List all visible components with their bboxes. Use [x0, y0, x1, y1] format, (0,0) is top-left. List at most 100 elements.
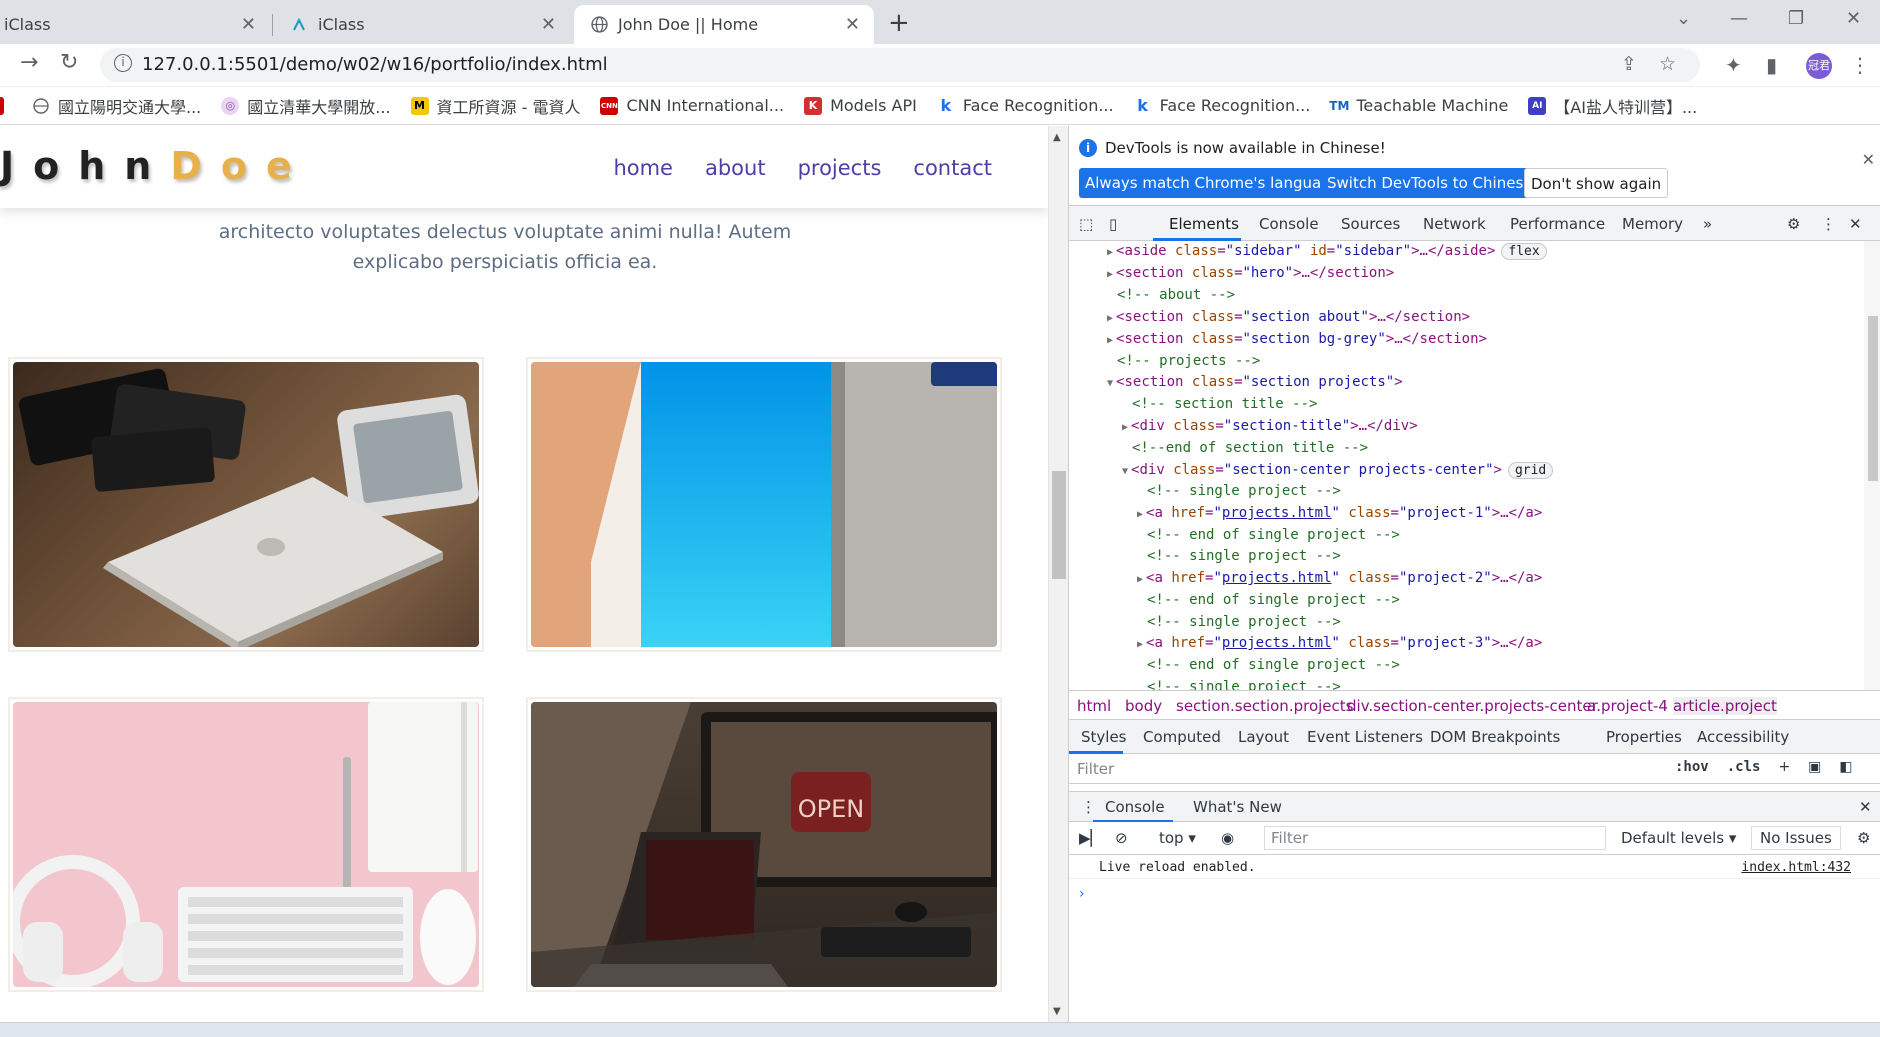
dom-tree-scrollbar[interactable]	[1864, 241, 1880, 706]
dom-node[interactable]: ▼ <section class="section projects">	[1107, 372, 1403, 392]
more-tabs-icon[interactable]: »	[1703, 215, 1712, 233]
dom-node[interactable]: ▶ <section class="hero">…</section>	[1107, 263, 1394, 283]
switch-language-button[interactable]: Switch DevTools to Chinese	[1321, 168, 1539, 198]
console-sidebar-icon[interactable]: ▶▏	[1079, 829, 1102, 847]
share-icon[interactable]: ⇪	[1621, 53, 1637, 75]
console-filter-input[interactable]: Filter	[1264, 826, 1606, 850]
close-drawer-icon[interactable]: ✕	[1859, 798, 1872, 816]
scroll-up-icon[interactable]: ▲	[1053, 132, 1061, 143]
tab-sources[interactable]: Sources	[1341, 215, 1400, 233]
dom-node[interactable]: ▼ <div class="section-center projects-cen…	[1122, 460, 1554, 480]
bookmark-item[interactable]: 國立陽明交通大學...	[32, 94, 201, 118]
bookmark-item[interactable]	[0, 96, 12, 115]
address-bar[interactable]: i 127.0.0.1:5501/demo/w02/w16/portfolio/…	[100, 48, 1700, 82]
console-settings-gear-icon[interactable]: ⚙	[1857, 829, 1870, 847]
issues-button[interactable]: No Issues	[1751, 826, 1841, 850]
bookmark-item[interactable]: M 資工所資源 - 電資人	[410, 94, 580, 118]
paint-icon[interactable]: ▣	[1808, 759, 1821, 775]
subtab-accessibility[interactable]: Accessibility	[1697, 728, 1789, 746]
dom-node[interactable]: ▶ <a href="projects.html" class="project-…	[1137, 633, 1542, 653]
subtab-layout[interactable]: Layout	[1238, 728, 1289, 746]
breadcrumb-item-selected[interactable]: article.project	[1673, 697, 1777, 715]
bookmark-item[interactable]: K Models API	[804, 96, 917, 115]
dom-comment[interactable]: <!-- end of single project -->	[1147, 655, 1400, 675]
breadcrumb-item[interactable]: section.section.projects	[1176, 697, 1353, 715]
subtab-styles[interactable]: Styles	[1081, 728, 1127, 746]
dom-comment[interactable]: <!-- end of single project -->	[1147, 525, 1400, 545]
dom-comment[interactable]: <!-- projects -->	[1117, 351, 1260, 371]
bookmark-item[interactable]: AI 【AI盐人特训营】...	[1528, 94, 1697, 118]
dom-comment[interactable]: <!-- single project -->	[1147, 546, 1341, 566]
bookmark-star-icon[interactable]: ☆	[1659, 53, 1676, 75]
drawer-tab-whats-new[interactable]: What's New	[1193, 798, 1282, 816]
dom-comment[interactable]: <!-- section title -->	[1132, 394, 1317, 414]
subtab-computed[interactable]: Computed	[1143, 728, 1221, 746]
log-source-link[interactable]: index.html:432	[1741, 860, 1851, 875]
nav-link-projects[interactable]: projects	[798, 156, 882, 180]
close-tab-icon[interactable]: ✕	[845, 14, 860, 35]
devtools-menu-icon[interactable]: ⋮	[1821, 215, 1836, 233]
reload-icon[interactable]: ↻	[60, 50, 78, 75]
tab-network[interactable]: Network	[1423, 215, 1486, 233]
dom-node[interactable]: ▶ <section class="section bg-grey">…</sec…	[1107, 329, 1487, 349]
tab-search-icon[interactable]: ⌄	[1676, 8, 1691, 29]
site-logo[interactable]: JohnDoe	[0, 144, 311, 188]
project-card-4[interactable]: OPEN	[526, 697, 1002, 992]
bookmark-item[interactable]: TM Teachable Machine	[1329, 96, 1508, 115]
bookmark-item[interactable]: k Face Recognition...	[937, 96, 1114, 115]
dont-show-again-button[interactable]: Don't show again	[1524, 168, 1669, 198]
close-window-icon[interactable]: ✕	[1846, 8, 1861, 29]
match-language-button[interactable]: Always match Chrome's language	[1079, 168, 1346, 198]
close-devtools-icon[interactable]: ✕	[1849, 215, 1862, 233]
cls-toggle[interactable]: .cls	[1727, 759, 1761, 775]
restore-icon[interactable]: ❐	[1788, 8, 1804, 29]
page-scrollbar[interactable]: ▲ ▼	[1048, 126, 1068, 1022]
project-card-2[interactable]	[526, 357, 1002, 652]
extensions-icon[interactable]: ✦	[1725, 53, 1742, 77]
dom-comment[interactable]: <!-- single project -->	[1147, 481, 1341, 501]
flex-badge[interactable]: flex	[1501, 243, 1547, 260]
drawer-menu-icon[interactable]: ⋮	[1081, 798, 1096, 816]
clear-console-icon[interactable]: ⊘	[1115, 829, 1128, 847]
tab-performance[interactable]: Performance	[1510, 215, 1605, 233]
close-tab-icon[interactable]: ✕	[241, 14, 256, 35]
context-select[interactable]: top ▾	[1159, 829, 1196, 847]
project-card-3[interactable]	[8, 697, 484, 992]
project-card-1[interactable]	[8, 357, 484, 652]
nav-link-contact[interactable]: contact	[913, 156, 992, 180]
close-tab-icon[interactable]: ✕	[541, 14, 556, 35]
minimize-icon[interactable]: —	[1730, 8, 1748, 29]
dom-node[interactable]: ▶ <a href="projects.html" class="project-…	[1137, 503, 1542, 523]
tab-console[interactable]: Console	[1259, 215, 1319, 233]
drawer-tab-console[interactable]: Console	[1105, 798, 1165, 816]
menu-kebab-icon[interactable]: ⋮	[1850, 53, 1870, 77]
scrollbar-thumb[interactable]	[1868, 316, 1878, 481]
styles-filter-input[interactable]: Filter	[1077, 760, 1114, 778]
dom-comment[interactable]: <!-- about -->	[1117, 285, 1235, 305]
nav-link-about[interactable]: about	[705, 156, 766, 180]
dom-node[interactable]: ▶ <aside class="sidebar" id="sidebar">…</…	[1107, 241, 1547, 261]
close-notice-icon[interactable]: ✕	[1862, 150, 1875, 169]
tab-elements[interactable]: Elements	[1169, 215, 1239, 233]
log-levels-dropdown[interactable]: Default levels ▾	[1621, 829, 1736, 847]
scroll-down-icon[interactable]: ▼	[1053, 1006, 1061, 1017]
subtab-dom-breakpoints[interactable]: DOM Breakpoints	[1430, 728, 1560, 746]
dom-comment[interactable]: <!--end of section title -->	[1132, 438, 1368, 458]
side-panel-icon[interactable]: ▮	[1766, 53, 1777, 77]
site-info-icon[interactable]: i	[114, 54, 132, 72]
browser-tab-3[interactable]: John Doe || Home ✕	[574, 5, 874, 44]
dom-comment[interactable]: <!-- single project -->	[1147, 612, 1341, 632]
grid-badge[interactable]: grid	[1507, 462, 1554, 479]
toggle-sidebar-icon[interactable]: ◧	[1839, 759, 1852, 775]
inspect-element-icon[interactable]: ⬚	[1079, 215, 1093, 233]
browser-tab-1[interactable]: iClass ✕	[0, 5, 270, 44]
subtab-event-listeners[interactable]: Event Listeners	[1307, 728, 1423, 746]
device-toolbar-icon[interactable]: ▯	[1109, 215, 1117, 233]
dom-comment[interactable]: <!-- end of single project -->	[1147, 590, 1400, 610]
breadcrumb-item[interactable]: html	[1077, 697, 1111, 715]
hov-toggle[interactable]: :hov	[1675, 759, 1709, 775]
profile-avatar[interactable]: 冠君	[1806, 53, 1832, 79]
console-prompt-chevron-icon[interactable]: ›	[1079, 886, 1085, 902]
tab-memory[interactable]: Memory	[1622, 215, 1683, 233]
dom-node[interactable]: ▶ <div class="section-title">…</div>	[1122, 416, 1418, 436]
